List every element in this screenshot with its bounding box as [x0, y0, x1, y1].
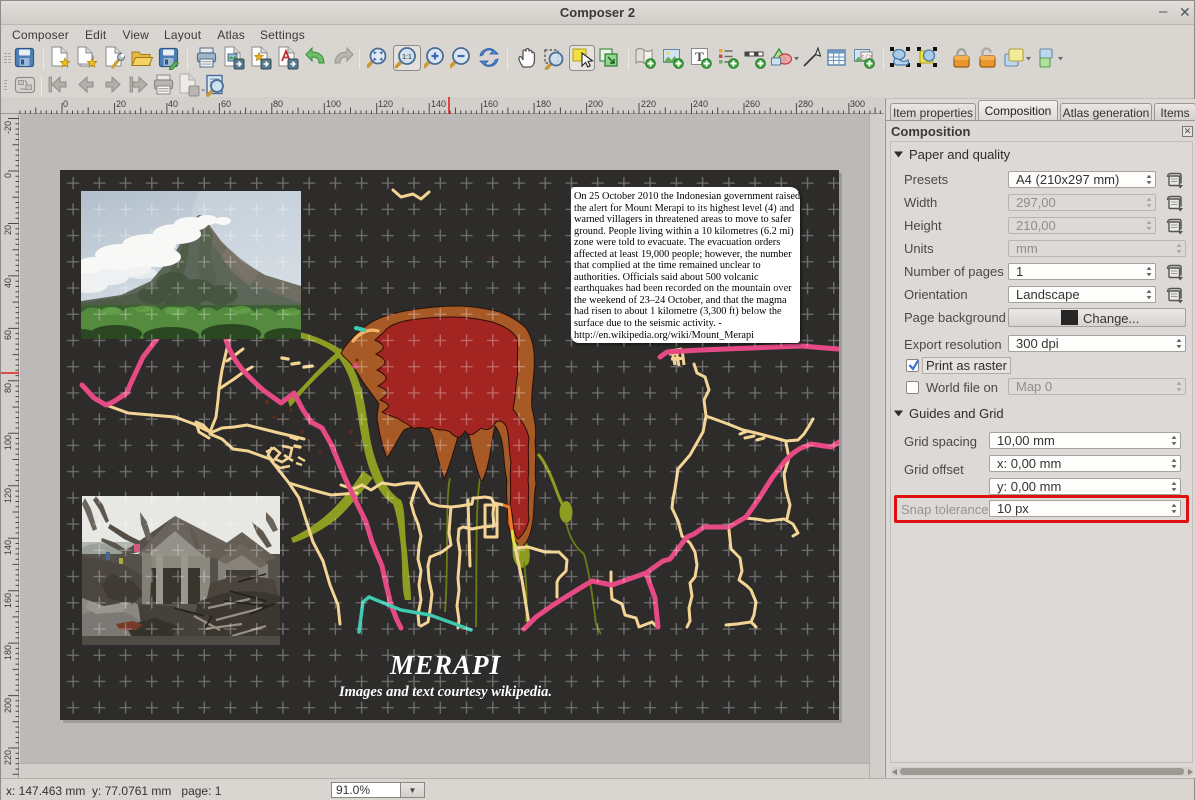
svg-text:1:1: 1:1	[402, 54, 412, 61]
